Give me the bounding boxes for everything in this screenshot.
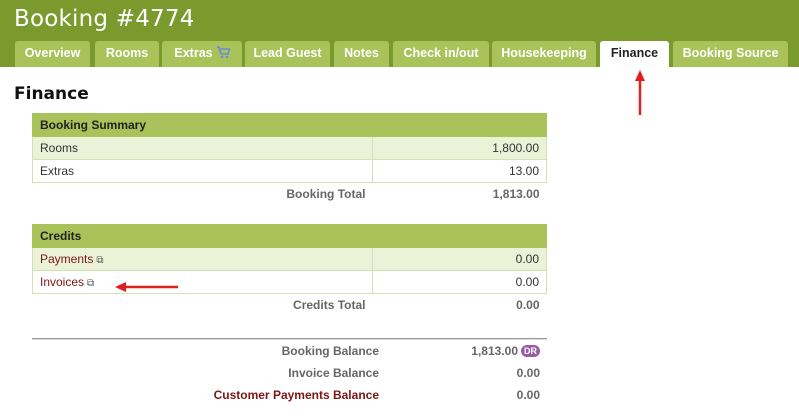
credits-header: Credits — [32, 224, 547, 248]
external-link-icon[interactable]: ⧉ — [87, 278, 94, 289]
table-row: Payments ⧉ 0.00 — [32, 247, 547, 271]
balance-table: Booking Balance 1,813.00 DR Invoice Balan… — [32, 340, 547, 406]
booking-summary-title: Booking Summary — [32, 113, 547, 137]
booking-balance-cell: 1,813.00 DR — [386, 340, 547, 362]
invoices-cell: Invoices ⧉ — [32, 270, 373, 294]
tab-notes[interactable]: Notes — [334, 41, 389, 67]
tab-lead-guest[interactable]: Lead Guest — [245, 41, 330, 67]
credits-total-row: Credits Total 0.00 — [33, 294, 547, 317]
row-value: 1,800.00 — [372, 136, 547, 160]
table-row: Extras 13.00 — [32, 159, 547, 183]
booking-summary-table: Booking Summary Rooms 1,800.00 Extras 13… — [32, 113, 547, 206]
dr-badge: DR — [521, 345, 540, 357]
credits-table: Credits Payments ⧉ 0.00 Invoices ⧉ 0.00 Cr… — [32, 224, 547, 317]
customer-payments-link[interactable]: Customer Payments Balance — [214, 388, 379, 402]
booking-balance-value: 1,813.00 — [471, 344, 518, 358]
booking-summary-header: Booking Summary — [32, 113, 547, 137]
page-header: Booking #4774 Overview Rooms Extras Lead… — [0, 0, 799, 67]
row-value: 0.00 — [372, 247, 547, 271]
tab-housekeeping[interactable]: Housekeeping — [492, 41, 596, 67]
tab-check-in-out[interactable]: Check in/out — [393, 41, 489, 67]
booking-balance-label: Booking Balance — [281, 344, 379, 358]
payments-link[interactable]: Payments — [40, 252, 93, 266]
booking-total-label: Booking Total — [286, 187, 366, 202]
tab-overview[interactable]: Overview — [15, 41, 90, 67]
external-link-icon[interactable]: ⧉ — [96, 255, 103, 266]
row-value: 0.00 — [372, 270, 547, 294]
row-label: Rooms — [32, 136, 373, 160]
customer-payments-cell: Customer Payments Balance — [32, 384, 386, 406]
row-label: Extras — [32, 159, 373, 183]
tab-booking-source[interactable]: Booking Source — [673, 41, 788, 67]
invoice-balance-label: Invoice Balance — [288, 366, 379, 380]
tab-finance[interactable]: Finance — [600, 41, 669, 67]
credits-title: Credits — [32, 224, 547, 248]
annotation-arrow-up — [635, 70, 645, 115]
shopping-cart-icon — [216, 46, 230, 59]
invoice-balance-row: Invoice Balance 0.00 — [32, 362, 547, 384]
row-value: 13.00 — [372, 159, 547, 183]
customer-payments-row: Customer Payments Balance 0.00 — [32, 384, 547, 406]
tab-extras-label: Extras — [174, 46, 213, 60]
booking-balance-row: Booking Balance 1,813.00 DR — [32, 340, 547, 362]
tab-rooms[interactable]: Rooms — [95, 41, 159, 67]
page-title: Booking #4774 — [14, 6, 195, 32]
table-row: Rooms 1,800.00 — [32, 136, 547, 160]
customer-payments-value: 0.00 — [516, 388, 540, 402]
credits-total-value: 0.00 — [516, 298, 540, 313]
section-title: Finance — [14, 84, 89, 104]
invoice-balance-value: 0.00 — [516, 366, 540, 380]
credits-total-label: Credits Total — [293, 298, 366, 313]
invoices-link[interactable]: Invoices — [40, 275, 84, 289]
payments-cell: Payments ⧉ — [32, 247, 373, 271]
annotation-arrow-left — [115, 282, 178, 292]
table-row: Invoices ⧉ 0.00 — [32, 270, 547, 294]
booking-total-row: Booking Total 1,813.00 — [33, 183, 547, 206]
booking-total-value: 1,813.00 — [492, 187, 540, 202]
tab-extras[interactable]: Extras — [162, 41, 242, 67]
